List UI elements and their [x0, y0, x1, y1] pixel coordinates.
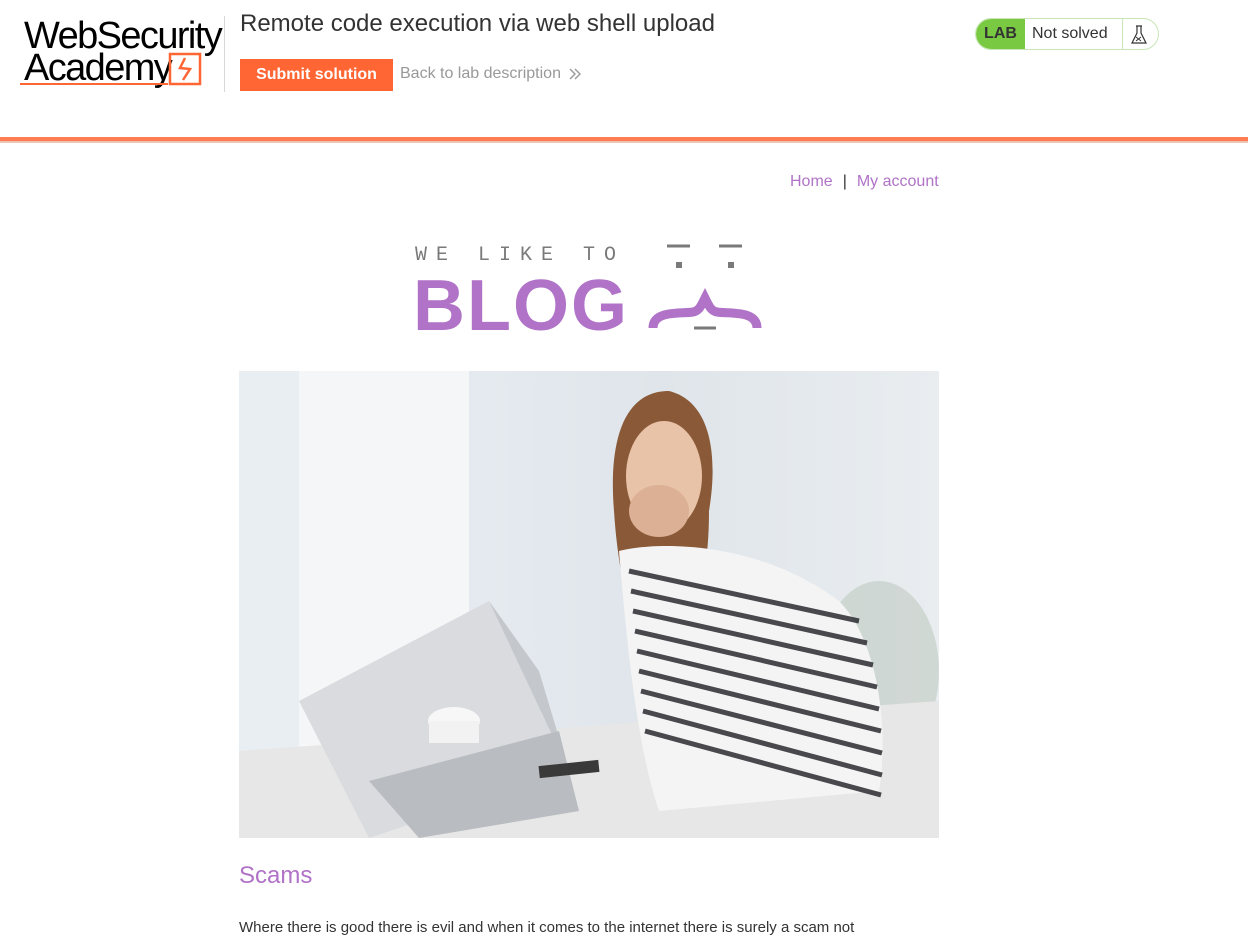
blog-logo-tagline: WE LIKE TO: [415, 244, 625, 267]
logo-underline-icon: [20, 83, 168, 85]
blog-face-icon: [648, 244, 762, 330]
lab-badge: LAB: [976, 19, 1025, 49]
websecurity-academy-logo[interactable]: WebSecurity Academy: [18, 16, 225, 92]
double-chevron-right-icon: [569, 68, 581, 80]
blog-logo: WE LIKE TO BLOG: [413, 244, 762, 334]
post-title[interactable]: Scams: [239, 861, 312, 891]
lab-title: Remote code execution via web shell uplo…: [240, 10, 715, 37]
back-to-lab-description-link[interactable]: Back to lab description: [400, 64, 583, 84]
blog-logo-word: BLOG: [413, 266, 629, 334]
nav-separator: |: [842, 173, 847, 190]
post-hero-image[interactable]: [239, 371, 939, 838]
home-link[interactable]: Home: [790, 173, 833, 190]
submit-solution-button[interactable]: Submit solution: [240, 59, 393, 91]
flask-icon: [1131, 25, 1147, 44]
striped-shirt: [619, 546, 883, 811]
lab-status-divider: [1122, 19, 1123, 49]
post-excerpt: Where there is good there is evil and wh…: [239, 919, 855, 936]
blog-top-nav: Home | My account: [790, 172, 939, 192]
hero-photo-illustration: [239, 371, 939, 838]
my-account-link[interactable]: My account: [857, 173, 939, 190]
lab-status-text: Not solved: [1032, 25, 1108, 42]
header-divider-shadow: [0, 141, 1248, 143]
lab-status-widget: LAB Not solved: [975, 18, 1159, 50]
back-link-label: Back to lab description: [400, 65, 561, 82]
academy-header: WebSecurity Academy Remote code executio…: [0, 0, 1248, 138]
